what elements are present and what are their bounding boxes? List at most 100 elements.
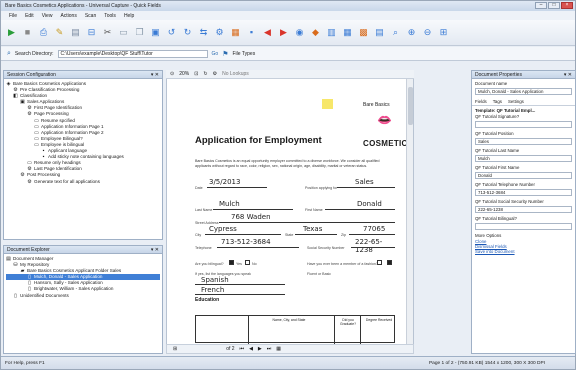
- pages-icon[interactable]: ▤: [69, 26, 82, 39]
- save-into-document-link[interactable]: Save into Document: [472, 249, 575, 254]
- settings-icon[interactable]: ⚙: [213, 71, 217, 77]
- select-icon[interactable]: ⊙: [170, 71, 174, 77]
- filter-icon[interactable]: ⚑: [222, 50, 228, 58]
- scrollbar-thumb[interactable]: [408, 87, 413, 125]
- first-page-icon[interactable]: ⏮: [240, 346, 245, 352]
- annotation-select[interactable]: No Lookups: [222, 71, 249, 77]
- bilingual-no-checkbox[interactable]: [245, 260, 250, 265]
- cosmetic-yes-checkbox[interactable]: [377, 260, 382, 265]
- flip-icon[interactable]: ⇆: [197, 26, 210, 39]
- panel-title: Document Explorer: [7, 247, 50, 253]
- close-icon[interactable]: ×: [561, 2, 573, 9]
- tree-node[interactable]: ▯ Unidentified Documents: [6, 293, 160, 299]
- zoom-icon[interactable]: ⌕: [389, 26, 402, 39]
- save-icon[interactable]: ▪: [245, 26, 258, 39]
- property-field-input[interactable]: Mulch: [475, 155, 572, 162]
- brand-name: Bare Basics: [363, 102, 390, 108]
- process-icon: ⚙: [27, 178, 32, 185]
- property-field-input[interactable]: [475, 121, 572, 128]
- highlight-icon[interactable]: ◆: [309, 26, 322, 39]
- thumbnails-icon[interactable]: ▦: [276, 346, 281, 352]
- grid-icon[interactable]: ▩: [357, 26, 370, 39]
- folder-icon: ▰: [20, 268, 25, 275]
- brush-icon[interactable]: ✎: [53, 26, 66, 39]
- last-page-icon[interactable]: ⏭: [267, 346, 272, 352]
- expand-icon[interactable]: ⊞: [173, 346, 177, 352]
- menu-view[interactable]: View: [42, 13, 53, 19]
- rotate-right-icon[interactable]: ↻: [181, 26, 194, 39]
- clipboard-icon[interactable]: ▦: [229, 26, 242, 39]
- ssn-label: Social Security Number: [307, 246, 345, 250]
- property-field-input[interactable]: [475, 223, 572, 230]
- delete-page-icon[interactable]: ▣: [149, 26, 162, 39]
- columns-icon[interactable]: ▦: [341, 26, 354, 39]
- run-icon[interactable]: ▶: [5, 26, 18, 39]
- property-field-input[interactable]: 222-65-1238: [475, 206, 572, 213]
- refresh-icon[interactable]: ↻: [203, 71, 207, 77]
- rotate-left-icon[interactable]: ↺: [165, 26, 178, 39]
- document-viewer[interactable]: Bare Basics 👄 COSMETICS Application for …: [166, 79, 414, 344]
- menu-edit[interactable]: Edit: [25, 13, 34, 19]
- document-name-field[interactable]: Mulch, Donald - Sales Application: [475, 88, 572, 95]
- cosmetic-no-checkbox[interactable]: [387, 260, 392, 265]
- zoom-out-icon[interactable]: ⊖: [421, 26, 434, 39]
- property-tabs: Fields Tags Settings: [472, 98, 575, 106]
- minimize-icon[interactable]: –: [535, 2, 547, 9]
- fit-icon[interactable]: ⊞: [437, 26, 450, 39]
- menu-help[interactable]: Help: [124, 13, 134, 19]
- thumbnail-icon[interactable]: ▤: [373, 26, 386, 39]
- street-line: [219, 222, 395, 223]
- tab-settings[interactable]: Settings: [508, 99, 524, 104]
- stop-icon[interactable]: ■: [21, 26, 34, 39]
- layout-icon[interactable]: ▥: [325, 26, 338, 39]
- document-manager-icon: ▤: [6, 256, 11, 262]
- zoom-level[interactable]: 20%: [179, 71, 189, 77]
- property-field-input[interactable]: 713-512-3684: [475, 189, 572, 196]
- tab-tags[interactable]: Tags: [493, 99, 502, 104]
- split-icon[interactable]: ⊟: [85, 26, 98, 39]
- next-icon[interactable]: ▶: [277, 26, 290, 39]
- annotation-icon[interactable]: ◉: [293, 26, 306, 39]
- file-types-button[interactable]: File Types: [233, 51, 256, 57]
- prev-icon[interactable]: ◀: [261, 26, 274, 39]
- panel-header: Session Configuration ▾ ✕: [4, 71, 162, 79]
- pin-icon[interactable]: ▾ ✕: [564, 71, 572, 79]
- search-bar: ⌕ Search Directory: C:\Users\example\Des…: [1, 47, 575, 61]
- bilingual-yes-checkbox[interactable]: [229, 260, 234, 265]
- cut-icon[interactable]: ✂: [101, 26, 114, 39]
- maximize-icon[interactable]: □: [548, 2, 560, 9]
- menu-file[interactable]: File: [9, 13, 17, 19]
- scan-icon[interactable]: ⎙: [37, 26, 50, 39]
- pin-icon[interactable]: ▾ ✕: [151, 71, 159, 79]
- language-2: French: [201, 286, 225, 294]
- menu-tools[interactable]: Tools: [104, 13, 116, 19]
- vertical-scrollbar[interactable]: [406, 79, 413, 344]
- form-title: Application for Employment: [195, 135, 322, 146]
- street-value: 768 Waden: [231, 213, 271, 221]
- property-field-label: QF Tutorial Telephone Number: [475, 182, 535, 187]
- pin-icon[interactable]: ▾ ✕: [151, 246, 159, 254]
- tab-fields[interactable]: Fields: [475, 99, 487, 104]
- menu-scan[interactable]: Scan: [85, 13, 96, 19]
- gear-icon[interactable]: ⚙: [213, 26, 226, 39]
- zoom-in-icon[interactable]: ⊕: [405, 26, 418, 39]
- menu-actions[interactable]: Actions: [60, 13, 76, 19]
- property-field-input[interactable]: Donald: [475, 172, 572, 179]
- property-field-input[interactable]: Sales: [475, 138, 572, 145]
- property-field-label: QF Tutorial Social Security Number: [475, 199, 544, 204]
- last-name-line: [213, 209, 293, 210]
- copy-icon[interactable]: ❐: [133, 26, 146, 39]
- prev-page-icon[interactable]: ◀: [249, 346, 253, 352]
- next-page-icon[interactable]: ▶: [258, 346, 262, 352]
- page-icon[interactable]: ▭: [117, 26, 130, 39]
- phone-label: Telephone: [195, 246, 212, 250]
- go-button[interactable]: Go: [212, 51, 219, 57]
- classification-icon: ◧: [13, 93, 18, 100]
- search-directory-input[interactable]: C:\Users\example\Desktop\QF Stuff\Tutor: [57, 49, 208, 58]
- sticky-note[interactable]: [322, 99, 333, 109]
- fit-width-icon[interactable]: ⊡: [194, 71, 198, 77]
- window-controls: – □ ×: [535, 2, 573, 9]
- menu-bar: File Edit View Actions Scan Tools Help: [1, 11, 575, 20]
- language-1: Spanish: [201, 276, 229, 284]
- tree-node[interactable]: ⚙ Generate text for all applications: [6, 179, 160, 185]
